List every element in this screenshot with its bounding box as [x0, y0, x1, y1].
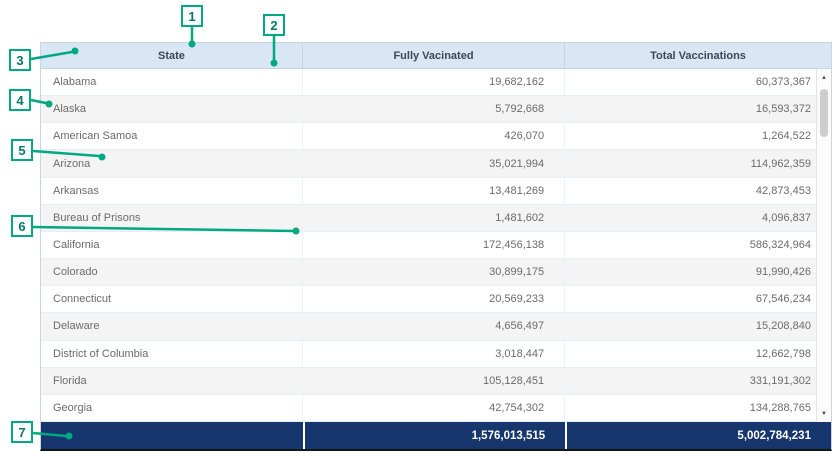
callout-2: 2	[263, 14, 285, 36]
scroll-down-icon[interactable]: ▼	[817, 407, 831, 420]
table-row[interactable]: Arkansas 13,481,269 42,873,453	[41, 178, 831, 205]
cell-fully-vaccinated: 105,128,451	[303, 368, 565, 394]
cell-fully-vaccinated: 1,481,602	[303, 205, 565, 231]
cell-state: Alabama	[41, 69, 303, 95]
table-row[interactable]: Florida 105,128,451 331,191,302	[41, 368, 831, 395]
table-row[interactable]: Colorado 30,899,175 91,990,426	[41, 259, 831, 286]
cell-state: California	[41, 232, 303, 258]
cell-fully-vaccinated: 426,070	[303, 123, 565, 149]
table-body: Alabama 19,682,162 60,373,367 Alaska 5,7…	[41, 69, 831, 422]
cell-total-vaccinations: 15,208,840	[565, 313, 831, 339]
callout-4: 4	[9, 89, 31, 111]
table-row[interactable]: Alaska 5,792,668 16,593,372	[41, 96, 831, 123]
cell-total-vaccinations: 4,096,837	[565, 205, 831, 231]
cell-fully-vaccinated: 13,481,269	[303, 178, 565, 204]
summary-state-cell	[41, 422, 303, 449]
cell-state: Alaska	[41, 96, 303, 122]
cell-fully-vaccinated: 3,018,447	[303, 341, 565, 367]
vaccination-data-table: State Fully Vacinated Total Vaccinations…	[40, 42, 832, 451]
cell-total-vaccinations: 331,191,302	[565, 368, 831, 394]
cell-state: Georgia	[41, 395, 303, 421]
cell-total-vaccinations: 586,324,964	[565, 232, 831, 258]
callout-6: 6	[11, 215, 33, 237]
table-row[interactable]: California 172,456,138 586,324,964	[41, 232, 831, 259]
summary-total-vaccinations-total: 5,002,784,231	[565, 422, 831, 449]
cell-state: Bureau of Prisons	[41, 205, 303, 231]
cell-total-vaccinations: 16,593,372	[565, 96, 831, 122]
cell-total-vaccinations: 134,288,765	[565, 395, 831, 421]
cell-fully-vaccinated: 42,754,302	[303, 395, 565, 421]
cell-state: Florida	[41, 368, 303, 394]
table-row[interactable]: Bureau of Prisons 1,481,602 4,096,837	[41, 205, 831, 232]
cell-total-vaccinations: 1,264,522	[565, 123, 831, 149]
column-header-total-vaccinations[interactable]: Total Vaccinations	[565, 43, 831, 68]
table-row[interactable]: Georgia 42,754,302 134,288,765	[41, 395, 831, 422]
cell-state: Colorado	[41, 259, 303, 285]
scroll-up-icon[interactable]: ▲	[817, 71, 831, 84]
cell-total-vaccinations: 12,662,798	[565, 341, 831, 367]
app-window: State Fully Vacinated Total Vaccinations…	[0, 0, 833, 453]
scrollbar-thumb[interactable]	[820, 89, 828, 137]
cell-fully-vaccinated: 172,456,138	[303, 232, 565, 258]
cell-total-vaccinations: 67,546,234	[565, 286, 831, 312]
callout-5: 5	[11, 139, 33, 161]
column-header-state[interactable]: State	[41, 43, 303, 68]
cell-state: Arkansas	[41, 178, 303, 204]
cell-state: Connecticut	[41, 286, 303, 312]
cell-fully-vaccinated: 30,899,175	[303, 259, 565, 285]
summary-row: 1,576,013,515 5,002,784,231	[41, 422, 831, 449]
summary-fully-vaccinated-total: 1,576,013,515	[303, 422, 565, 449]
cell-total-vaccinations: 42,873,453	[565, 178, 831, 204]
callout-7: 7	[11, 421, 33, 443]
column-header-fully-vaccinated[interactable]: Fully Vacinated	[303, 43, 565, 68]
cell-fully-vaccinated: 4,656,497	[303, 313, 565, 339]
table-row[interactable]: American Samoa 426,070 1,264,522	[41, 123, 831, 150]
cell-state: District of Columbia	[41, 341, 303, 367]
callout-1: 1	[181, 5, 203, 27]
cell-total-vaccinations: 114,962,359	[565, 150, 831, 176]
cell-fully-vaccinated: 35,021,994	[303, 150, 565, 176]
cell-state: Arizona	[41, 150, 303, 176]
cell-fully-vaccinated: 20,569,233	[303, 286, 565, 312]
table-header-row: State Fully Vacinated Total Vaccinations	[41, 43, 831, 69]
table-row[interactable]: Connecticut 20,569,233 67,546,234	[41, 286, 831, 313]
cell-total-vaccinations: 60,373,367	[565, 69, 831, 95]
cell-state: American Samoa	[41, 123, 303, 149]
cell-fully-vaccinated: 19,682,162	[303, 69, 565, 95]
cell-state: Delaware	[41, 313, 303, 339]
table-row[interactable]: District of Columbia 3,018,447 12,662,79…	[41, 341, 831, 368]
table-row[interactable]: Delaware 4,656,497 15,208,840	[41, 313, 831, 340]
table-row[interactable]: Arizona 35,021,994 114,962,359	[41, 150, 831, 177]
table-row[interactable]: Alabama 19,682,162 60,373,367	[41, 69, 831, 96]
cell-total-vaccinations: 91,990,426	[565, 259, 831, 285]
cell-fully-vaccinated: 5,792,668	[303, 96, 565, 122]
callout-3: 3	[9, 49, 31, 71]
vertical-scrollbar[interactable]: ▲ ▼	[816, 69, 831, 422]
